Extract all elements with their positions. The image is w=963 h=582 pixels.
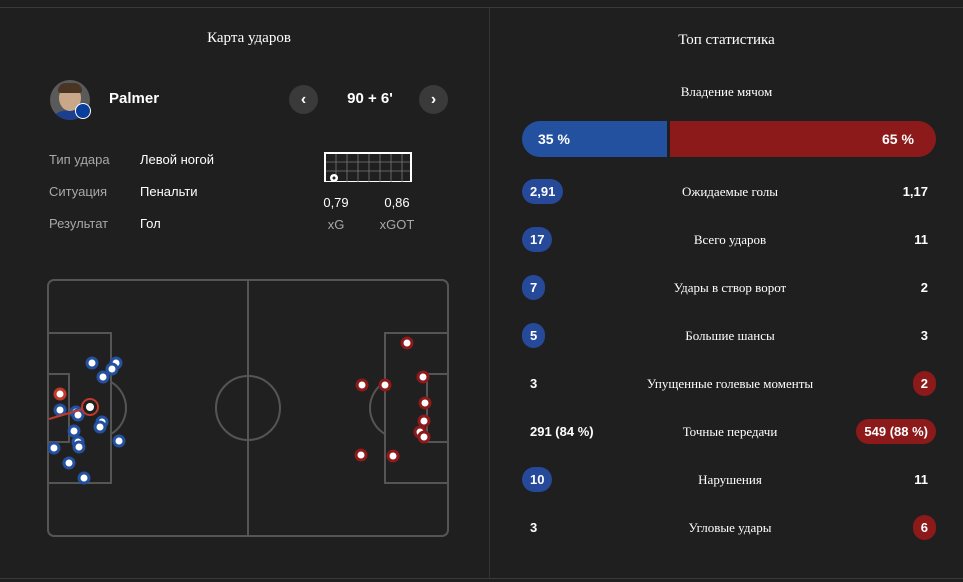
away-shot[interactable] <box>378 378 392 392</box>
stat-away-value: 11 <box>914 472 928 487</box>
stat-away-value: 1,17 <box>902 184 928 199</box>
stat-away-value: 549 (88 %) <box>856 419 936 444</box>
shot-map-pitch[interactable] <box>47 279 449 537</box>
top-stats-title: Топ статистика <box>678 32 775 48</box>
stat-label: Нарушения <box>698 472 762 487</box>
away-shot[interactable] <box>386 449 400 463</box>
away-shot[interactable] <box>416 370 430 384</box>
stat-home-value: 2,91 <box>522 179 564 204</box>
stat-label: Упущенные голевые моменты <box>646 376 814 391</box>
home-shot[interactable] <box>77 471 91 485</box>
stat-label: Ожидаемые голы <box>681 184 779 199</box>
away-shot[interactable] <box>400 336 414 350</box>
situation-value: Пенальти <box>140 184 198 199</box>
away-goal[interactable] <box>417 414 431 428</box>
stat-away-value: 2 <box>912 371 936 396</box>
shot-minute: 90 + 6' <box>347 90 393 107</box>
result-label: Результат <box>49 216 109 231</box>
stat-home-value: 10 <box>522 467 553 492</box>
home-shot[interactable] <box>96 370 110 384</box>
shot-type-label: Тип удара <box>49 152 110 167</box>
xgot-value: 0,86 <box>384 195 410 210</box>
away-shot[interactable] <box>418 396 432 410</box>
stat-home-value: 5 <box>522 323 546 348</box>
home-goal[interactable] <box>53 387 67 401</box>
home-shot[interactable] <box>53 403 67 417</box>
home-shot[interactable] <box>47 441 61 455</box>
stat-label: Угловые удары <box>688 520 772 535</box>
bottom-border <box>0 578 963 579</box>
top-border <box>0 7 963 8</box>
stat-home-value: 3 <box>530 376 538 391</box>
home-shot[interactable] <box>62 456 76 470</box>
xg-label: xG <box>327 217 345 232</box>
situation-label: Ситуация <box>49 184 108 199</box>
home-shot[interactable] <box>85 356 99 370</box>
stat-label: Всего ударов <box>693 232 767 247</box>
stat-away-value: 3 <box>920 328 928 343</box>
stat-label: Точные передачи <box>682 424 778 439</box>
ball-icon <box>86 403 94 411</box>
possession-away-value: 65 % <box>882 131 914 147</box>
away-shot[interactable] <box>355 378 369 392</box>
possession-home-value: 35 % <box>538 131 570 147</box>
home-shot[interactable] <box>72 440 86 454</box>
prev-shot-button[interactable]: ‹ <box>289 85 318 114</box>
away-shot[interactable] <box>354 448 368 462</box>
stat-away-value: 6 <box>912 515 936 540</box>
shot-type-value: Левой ногой <box>140 152 214 167</box>
shotmap-title: Карта ударов <box>207 30 291 46</box>
goal-frame-icon <box>324 152 412 182</box>
xgot-label: xGOT <box>379 217 415 232</box>
result-value: Гол <box>140 216 161 231</box>
stat-away-value: 2 <box>920 280 928 295</box>
possession-title: Владение мячом <box>680 84 773 99</box>
home-shot[interactable] <box>67 424 81 438</box>
stat-home-value: 17 <box>522 227 553 252</box>
player-name[interactable]: Palmer <box>109 90 159 107</box>
stat-away-value: 11 <box>914 232 928 247</box>
stat-label: Удары в створ ворот <box>673 280 787 295</box>
xg-value: 0,79 <box>323 195 349 210</box>
home-shot[interactable] <box>93 420 107 434</box>
club-badge-icon <box>75 103 91 119</box>
next-shot-button[interactable]: › <box>419 85 448 114</box>
home-shot[interactable] <box>112 434 126 448</box>
stat-home-value: 3 <box>530 520 538 535</box>
away-shot[interactable] <box>417 430 431 444</box>
stat-home-value: 7 <box>522 275 546 300</box>
home-shot[interactable] <box>105 362 119 376</box>
stat-label: Большие шансы <box>685 328 775 343</box>
